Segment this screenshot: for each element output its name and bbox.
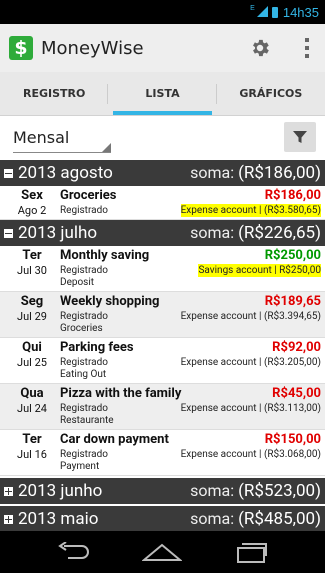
transaction-weekday: Ter <box>22 248 42 263</box>
gear-icon[interactable] <box>249 37 271 59</box>
transaction-description: Car down payment <box>60 432 169 447</box>
transaction-account: Expense account | (R$3.068,00) <box>180 449 321 460</box>
month-title: 2013 julho <box>18 223 98 243</box>
navigation-bar <box>0 531 325 573</box>
transaction-description: Pizza with the family <box>60 386 182 401</box>
filter-button[interactable] <box>284 122 316 152</box>
month-header[interactable]: 2013 junho soma: (R$523,00) <box>0 478 325 504</box>
period-dropdown-value: Mensal <box>13 128 70 147</box>
overflow-menu-icon[interactable] <box>305 38 309 58</box>
month-sum: soma: (R$186,00) <box>190 163 321 183</box>
transaction-account: Expense account | (R$3.113,00) <box>180 403 321 414</box>
transaction-weekday: Seg <box>20 294 44 309</box>
transaction-amount: R$45,00 <box>272 386 321 401</box>
transaction-account: Expense account | (R$3.205,00) <box>180 357 321 368</box>
transaction-status: Registrado <box>60 265 108 276</box>
transaction-status: Registrado <box>60 205 108 216</box>
dropdown-triangle-icon <box>102 143 111 152</box>
transaction-weekday: Sex <box>21 188 43 203</box>
collapse-icon[interactable] <box>4 168 13 178</box>
transaction-amount: R$189,65 <box>264 294 321 309</box>
filter-funnel-icon <box>293 131 307 143</box>
network-type-label: E <box>250 5 255 12</box>
month-header[interactable]: 2013 julho soma: (R$226,65) <box>0 220 325 246</box>
battery-icon <box>271 6 278 18</box>
transaction-account: Savings account | R$250,00 <box>198 264 321 277</box>
expand-icon[interactable] <box>4 486 13 496</box>
transaction-description: Groceries <box>60 188 117 203</box>
month-title: 2013 agosto <box>18 163 113 183</box>
recents-icon[interactable] <box>235 541 269 563</box>
tab-bar: REGISTRO LISTA GRÁFICOS <box>0 72 325 116</box>
status-bar: E 14h35 <box>0 0 325 24</box>
transaction-description: Parking fees <box>60 340 134 355</box>
tab-graficos[interactable]: GRÁFICOS <box>217 72 325 115</box>
transaction-status: Registrado <box>60 449 108 460</box>
transaction-category: Eating Out <box>60 369 107 380</box>
month-sum: soma: (R$226,65) <box>190 223 321 243</box>
month-header[interactable]: 2013 maio soma: (R$485,00) <box>0 506 325 532</box>
transaction-category: Groceries <box>60 323 103 334</box>
month-sum: soma: (R$523,00) <box>190 481 321 501</box>
transaction-amount: R$250,00 <box>264 248 321 263</box>
transaction-row[interactable]: Ter Jul 30 Monthly saving R$250,00 Registr… <box>0 246 325 292</box>
transaction-row[interactable]: Sex Ago 2 Groceries R$186,00 Registrado Exp… <box>0 186 325 220</box>
filter-bar: Mensal <box>0 116 325 160</box>
expand-icon[interactable] <box>4 514 13 524</box>
transaction-account: Expense account | (R$3.394,65) <box>180 311 321 322</box>
month-title: 2013 junho <box>18 481 103 501</box>
tab-registro[interactable]: REGISTRO <box>0 72 109 115</box>
app-title: MoneyWise <box>41 37 144 59</box>
clock: 14h35 <box>282 4 319 20</box>
app-logo-icon[interactable]: $ <box>9 36 33 60</box>
transaction-date: Ago 2 <box>17 204 47 217</box>
transaction-row[interactable]: Seg Jul 29 Weekly shopping R$189,65 Regist… <box>0 292 325 338</box>
collapse-icon[interactable] <box>4 228 13 238</box>
transaction-list: 2013 agosto soma: (R$186,00) Sex Ago 2 Gr… <box>0 160 325 532</box>
transaction-row[interactable]: Ter Jul 16 Car down payment R$150,00 Regis… <box>0 430 325 476</box>
back-icon[interactable] <box>56 542 90 562</box>
period-dropdown[interactable]: Mensal <box>13 123 111 153</box>
transaction-amount: R$92,00 <box>272 340 321 355</box>
transaction-category: Deposit <box>60 277 95 288</box>
transaction-row[interactable]: Qua Jul 24 Pizza with the family R$45,00 R… <box>0 384 325 430</box>
transaction-row[interactable]: Qui Jul 25 Parking fees R$92,00 Registrado… <box>0 338 325 384</box>
transaction-date: Jul 29 <box>17 310 47 323</box>
transaction-date: Jul 16 <box>17 448 47 461</box>
tab-lista[interactable]: LISTA <box>108 72 217 115</box>
month-title: 2013 maio <box>18 509 99 529</box>
transaction-date: Jul 25 <box>17 356 47 369</box>
transaction-description: Weekly shopping <box>60 294 160 309</box>
transaction-weekday: Qua <box>20 386 44 401</box>
home-icon[interactable] <box>142 542 183 562</box>
transaction-account: Expense account | (R$3.580,65) <box>180 204 321 217</box>
transaction-category: Restaurante <box>60 415 114 426</box>
month-sum: soma: (R$485,00) <box>190 509 321 529</box>
transaction-date: Jul 24 <box>17 402 47 415</box>
transaction-status: Registrado <box>60 403 108 414</box>
month-header[interactable]: 2013 agosto soma: (R$186,00) <box>0 160 325 186</box>
transaction-category: Payment <box>60 461 100 472</box>
transaction-amount: R$150,00 <box>264 432 321 447</box>
transaction-weekday: Ter <box>22 432 42 447</box>
signal-icon <box>256 6 268 18</box>
transaction-date: Jul 30 <box>17 264 47 277</box>
transaction-status: Registrado <box>60 311 108 322</box>
transaction-weekday: Qui <box>22 340 42 355</box>
transaction-description: Monthly saving <box>60 248 150 263</box>
action-bar: $ MoneyWise <box>0 24 325 72</box>
transaction-status: Registrado <box>60 357 108 368</box>
transaction-amount: R$186,00 <box>264 188 321 203</box>
